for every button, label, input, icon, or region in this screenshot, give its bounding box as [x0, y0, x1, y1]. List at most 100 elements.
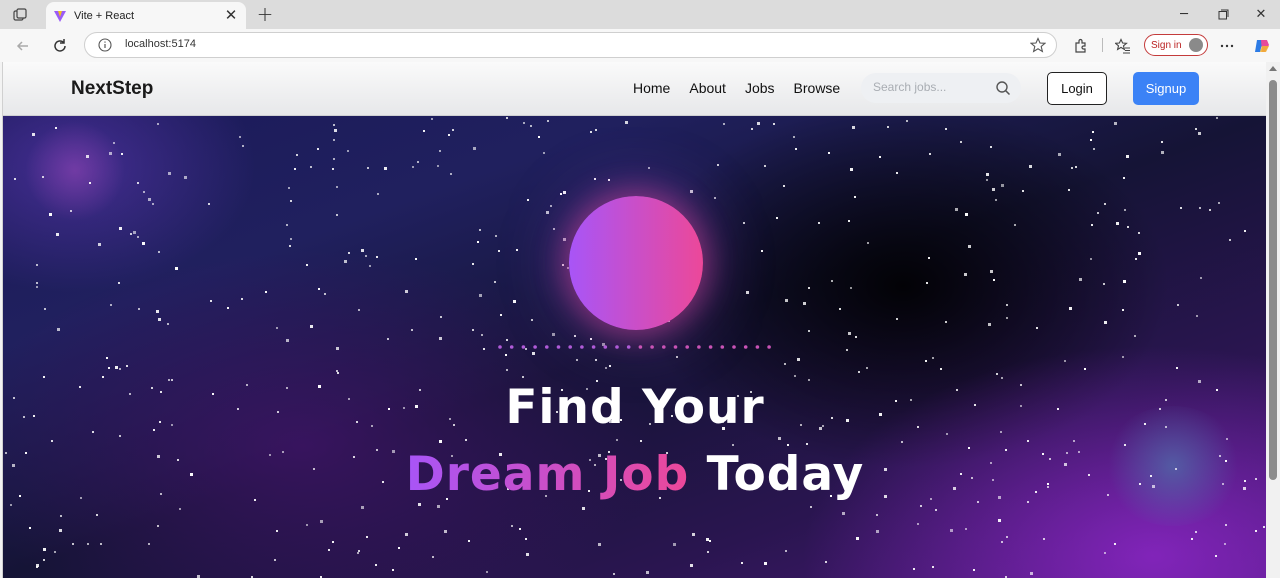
star [690, 190, 693, 193]
star [1225, 524, 1227, 526]
divider-dot [591, 345, 596, 349]
close-window-icon[interactable]: ✕ [1248, 4, 1274, 24]
star [108, 367, 110, 369]
star [828, 152, 830, 154]
star [296, 154, 298, 156]
star [613, 573, 615, 575]
favorites-icon[interactable] [1113, 36, 1133, 56]
star [384, 167, 387, 170]
back-icon[interactable] [12, 35, 34, 57]
star [1114, 543, 1116, 545]
star [1161, 151, 1164, 154]
star [553, 228, 555, 230]
star [1123, 177, 1125, 179]
star [276, 530, 278, 532]
star [376, 256, 378, 258]
nav-jobs[interactable]: Jobs [745, 80, 775, 96]
star [887, 126, 889, 128]
star [1124, 209, 1126, 211]
new-tab-icon[interactable]: + [255, 2, 275, 26]
brand-logo[interactable]: NextStep [71, 78, 153, 100]
nav-browse[interactable]: Browse [794, 80, 841, 96]
search-input[interactable] [873, 80, 983, 94]
star [988, 323, 991, 326]
login-button[interactable]: Login [1047, 72, 1107, 105]
star [1122, 309, 1124, 311]
more-menu-icon[interactable] [1217, 36, 1237, 56]
star [576, 359, 578, 361]
star [929, 153, 931, 155]
workspaces-icon[interactable] [10, 6, 30, 24]
divider-dot [743, 345, 748, 349]
star [960, 141, 962, 143]
star [118, 282, 120, 284]
star [444, 530, 447, 533]
maximize-icon[interactable] [1210, 4, 1236, 24]
star [574, 335, 576, 337]
star [527, 199, 529, 201]
star [876, 514, 878, 516]
star [1006, 317, 1008, 319]
nav-about[interactable]: About [689, 80, 726, 96]
star [842, 512, 845, 515]
scroll-up-arrow-icon[interactable] [1269, 66, 1277, 71]
favorite-star-icon[interactable] [1029, 37, 1047, 53]
star [506, 117, 508, 119]
page-scrollbar[interactable] [1266, 62, 1280, 578]
star [332, 168, 334, 170]
star [274, 559, 276, 561]
star [137, 236, 139, 238]
star [415, 258, 417, 260]
star [896, 172, 898, 174]
star [184, 176, 187, 179]
scroll-thumb[interactable] [1269, 80, 1277, 480]
star [483, 348, 485, 350]
star [595, 359, 597, 361]
star [519, 528, 521, 530]
star [130, 233, 132, 235]
search-icon[interactable] [995, 80, 1011, 96]
star [265, 291, 267, 293]
site-navbar: NextStep Home About Jobs Browse Login Si… [3, 62, 1266, 116]
star [333, 158, 335, 160]
star [148, 543, 150, 545]
divider-dot [767, 345, 771, 349]
star [850, 168, 853, 171]
star [318, 288, 320, 290]
star [839, 308, 841, 310]
star [481, 334, 483, 336]
star [854, 196, 856, 198]
sign-in-button[interactable]: Sign in [1144, 34, 1208, 56]
nav-home[interactable]: Home [633, 80, 670, 96]
signup-button[interactable]: Signup [1133, 72, 1199, 105]
reload-icon[interactable] [49, 35, 71, 57]
extensions-icon[interactable] [1071, 36, 1091, 56]
star [562, 264, 564, 266]
star [56, 233, 59, 236]
star [526, 553, 529, 556]
browser-tab[interactable]: Vite + React ✕ [46, 2, 246, 29]
star [398, 547, 400, 549]
star [437, 165, 439, 167]
star [500, 314, 502, 316]
star [14, 178, 16, 180]
headline-rest: Today [706, 447, 865, 502]
close-tab-icon[interactable]: ✕ [222, 7, 240, 25]
address-bar[interactable]: localhost:5174 [84, 32, 1057, 58]
star [1123, 280, 1126, 283]
vite-icon [53, 9, 67, 23]
star [375, 564, 377, 566]
star [1161, 141, 1163, 143]
copilot-icon[interactable] [1252, 36, 1272, 56]
star [43, 548, 46, 551]
star [547, 120, 549, 122]
site-info-icon[interactable] [97, 37, 113, 53]
star [72, 543, 74, 545]
divider-dot [732, 345, 736, 349]
minimize-icon[interactable]: ─ [1171, 4, 1197, 24]
star [717, 164, 719, 166]
star [746, 291, 749, 294]
star [486, 571, 488, 573]
star [1022, 190, 1024, 192]
star [818, 222, 820, 224]
